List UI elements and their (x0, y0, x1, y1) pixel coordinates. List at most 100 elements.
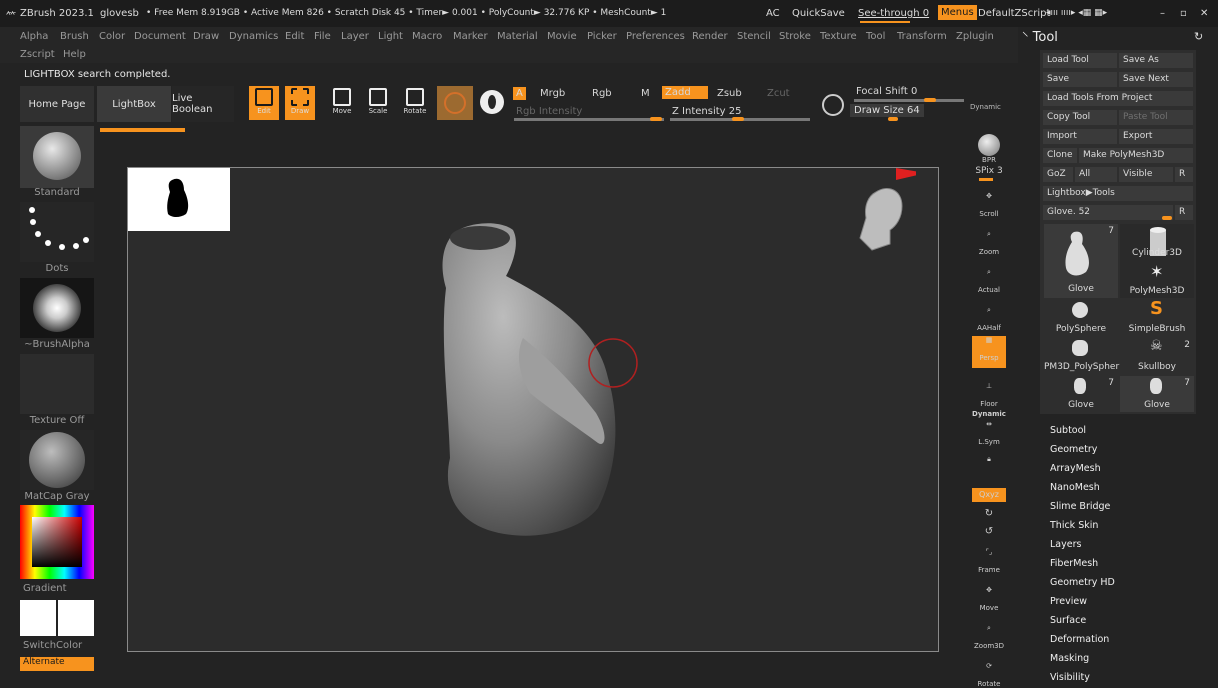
load-tool-button[interactable]: Load Tool (1043, 53, 1117, 68)
scroll-button[interactable]: ✥ Scroll (972, 192, 1006, 218)
polysphere-thumb[interactable]: PolySphere (1044, 300, 1118, 336)
bpr-render-button[interactable]: BPR (972, 134, 1006, 164)
zadd-toggle[interactable]: Zadd (662, 86, 708, 99)
refresh-icon[interactable]: ↻ (1194, 30, 1203, 43)
standard-brush-thumb[interactable] (20, 126, 94, 188)
canvas-viewport[interactable] (127, 167, 939, 652)
secondary-color-swatch[interactable] (58, 600, 94, 636)
home-page-button[interactable]: Home Page (20, 86, 94, 122)
load-from-project-button[interactable]: Load Tools From Project (1043, 91, 1193, 106)
copy-tool-button[interactable]: Copy Tool (1043, 110, 1117, 125)
zsub-toggle[interactable]: Zsub (717, 88, 742, 99)
lightbox-button[interactable]: LightBox (97, 86, 171, 122)
minimize-icon[interactable]: – (1160, 8, 1165, 19)
goz-button[interactable]: GoZ (1043, 167, 1073, 182)
actual-button[interactable]: ⌕ Actual (972, 268, 1006, 294)
frame-button[interactable]: ⌜⌟ Frame (972, 548, 1006, 574)
texture-thumb[interactable] (20, 354, 94, 414)
pm3d-polysphere-thumb[interactable]: PM3D_PolySpher (1044, 338, 1119, 374)
switchcolor-button[interactable]: SwitchColor (20, 640, 97, 651)
m-toggle[interactable]: M (641, 88, 650, 99)
material-swatch[interactable] (437, 86, 473, 120)
subpalette-geometry[interactable]: Geometry (1050, 444, 1097, 455)
default-zscript-button[interactable]: DefaultZScript (978, 8, 1050, 19)
goz-visible-button[interactable]: Visible (1119, 167, 1173, 182)
zcut-toggle[interactable]: Zcut (767, 88, 790, 99)
menu-edit[interactable]: Edit (285, 31, 304, 42)
focal-shift-slider[interactable]: Focal Shift 0 (856, 86, 917, 97)
rgb-toggle[interactable]: Rgb (592, 88, 612, 99)
edit-mode-button[interactable]: Edit (249, 86, 279, 120)
save-button[interactable]: Save (1043, 72, 1117, 87)
menu-macro[interactable]: Macro (412, 31, 442, 42)
menu-brush[interactable]: Brush (60, 31, 89, 42)
matcap-thumb[interactable] (20, 430, 94, 490)
alternate-button[interactable]: Alternate (20, 657, 94, 671)
persp-button[interactable]: ▦ Persp (972, 336, 1006, 368)
make-polymesh-button[interactable]: Make PolyMesh3D (1079, 148, 1193, 163)
move-mode-button[interactable]: Move (327, 86, 357, 120)
menu-draw[interactable]: Draw (193, 31, 219, 42)
tool-palette-title[interactable]: ⸌ Tool (1022, 27, 1058, 45)
goz-r-button[interactable]: R (1175, 167, 1193, 182)
menu-tool[interactable]: Tool (866, 31, 885, 42)
lazy-mouse-icon[interactable] (822, 94, 844, 116)
menu-texture[interactable]: Texture (820, 31, 857, 42)
subpalette-slime-bridge[interactable]: Slime Bridge (1050, 501, 1110, 512)
subpalette-preview[interactable]: Preview (1050, 596, 1087, 607)
move-view-button[interactable]: ✥ Move (972, 586, 1006, 612)
menus-toggle[interactable]: Menus (938, 5, 977, 20)
menu-layer[interactable]: Layer (341, 31, 369, 42)
menu-alpha[interactable]: Alpha (20, 31, 48, 42)
z-intensity-slider[interactable]: Z Intensity 25 (672, 106, 741, 117)
menu-dynamics[interactable]: Dynamics (229, 31, 278, 42)
scale-mode-button[interactable]: Scale (363, 86, 393, 120)
tool-r-button[interactable]: R (1175, 205, 1193, 220)
subpalette-nanomesh[interactable]: NanoMesh (1050, 482, 1100, 493)
subpalette-layers[interactable]: Layers (1050, 539, 1081, 550)
draw-size-slider[interactable]: Draw Size 64 (850, 104, 924, 117)
menu-stencil[interactable]: Stencil (737, 31, 771, 42)
see-through-slider[interactable]: See-through 0 (858, 8, 929, 19)
menu-stroke[interactable]: Stroke (779, 31, 811, 42)
draw-mode-button[interactable]: Draw (285, 86, 315, 120)
subpalette-deformation[interactable]: Deformation (1050, 634, 1109, 645)
import-button[interactable]: Import (1043, 129, 1117, 144)
glove-thumb-3[interactable]: 7 Glove (1120, 376, 1194, 412)
live-boolean-button[interactable]: Live Boolean (172, 86, 234, 122)
subpalette-surface[interactable]: Surface (1050, 615, 1086, 626)
skullboy-thumb[interactable]: ☠︎ 2 Skullboy (1120, 338, 1194, 374)
rotate-view-button[interactable]: ⟳ Rotate (972, 662, 1006, 688)
save-as-button[interactable]: Save As (1119, 53, 1193, 68)
dynamic-toggle[interactable]: Dynamic (970, 103, 1001, 111)
subpalette-thick-skin[interactable]: Thick Skin (1050, 520, 1098, 531)
close-icon[interactable]: ✕ (1200, 8, 1208, 19)
paste-tool-button[interactable]: Paste Tool (1119, 110, 1193, 125)
restore-icon[interactable]: ▫ (1180, 8, 1187, 19)
aahalf-button[interactable]: ⌕ AAHalf (972, 306, 1006, 332)
menu-help[interactable]: Help (63, 49, 86, 60)
lightbox-tools-button[interactable]: Lightbox▶Tools (1043, 186, 1193, 201)
glove-thumb-2[interactable]: 7 Glove (1044, 376, 1118, 412)
menu-render[interactable]: Render (692, 31, 728, 42)
main-color-swatch[interactable] (20, 600, 56, 636)
menu-file[interactable]: File (314, 31, 331, 42)
subpalette-fibermesh[interactable]: FiberMesh (1050, 558, 1098, 569)
a-toggle[interactable]: A (513, 87, 526, 100)
xyz-button[interactable]: Qxyz (972, 488, 1006, 502)
zoom3d-button[interactable]: ⌕ Zoom3D (972, 624, 1006, 650)
quicksave-button[interactable]: QuickSave (792, 8, 845, 19)
ac-button[interactable]: AC (766, 8, 780, 19)
rotate-y-icon[interactable]: ↻ (972, 508, 1006, 519)
goz-all-button[interactable]: All (1075, 167, 1117, 182)
menu-zscript[interactable]: Zscript (20, 49, 55, 60)
subpalette-subtool[interactable]: Subtool (1050, 425, 1086, 436)
lock-icon[interactable]: 🔒︎ (972, 455, 1006, 473)
menu-document[interactable]: Document (134, 31, 186, 42)
zoom-button[interactable]: ⌕ Zoom (972, 230, 1006, 256)
mrgb-toggle[interactable]: Mrgb (540, 88, 565, 99)
dots-stroke-thumb[interactable] (20, 202, 94, 262)
glove-thumb[interactable]: 7 Glove (1044, 224, 1118, 298)
export-button[interactable]: Export (1119, 129, 1193, 144)
save-next-button[interactable]: Save Next (1119, 72, 1193, 87)
